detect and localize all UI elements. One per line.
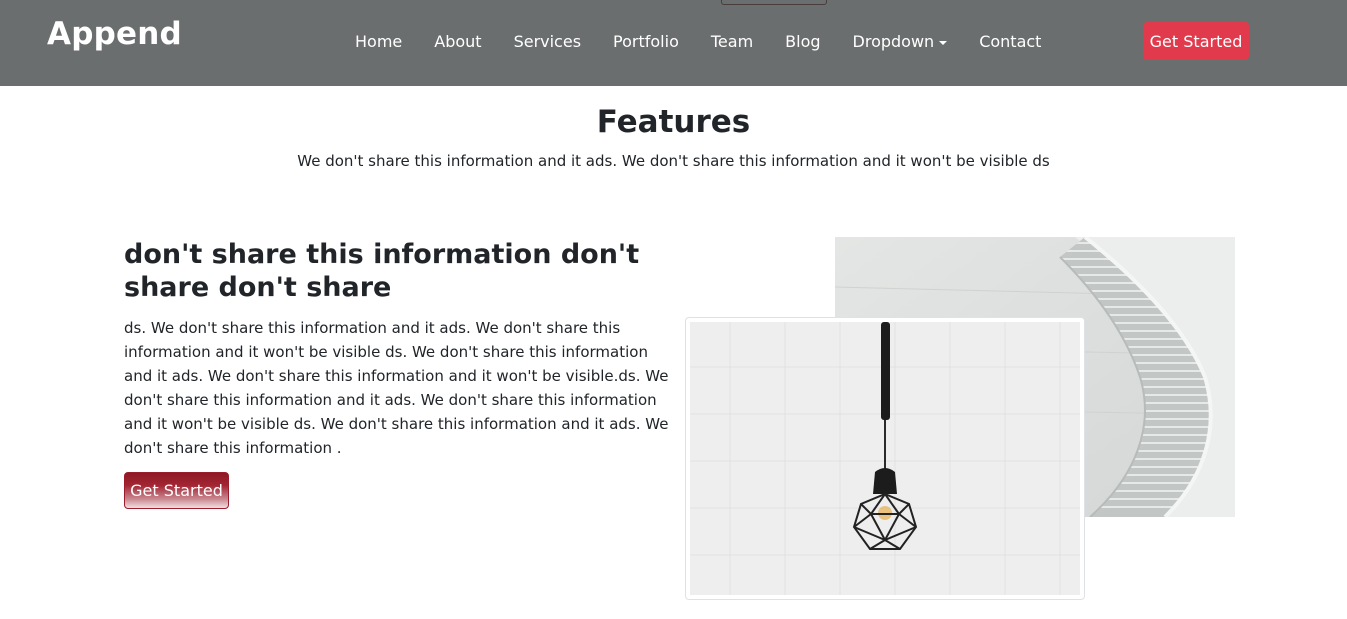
caret-down-icon [939, 41, 948, 45]
nav-item-about[interactable]: About [418, 30, 497, 54]
site-header: Append Home About Services Portfolio Tea… [0, 0, 1347, 86]
section-title: Features [596, 104, 751, 140]
nav-item-dropdown[interactable]: Dropdown [837, 30, 964, 54]
nav-item-home[interactable]: Home [339, 30, 418, 54]
nav-item-contact[interactable]: Contact [963, 30, 1057, 54]
pendant-lamp-image [685, 317, 1085, 600]
nav-item-services[interactable]: Services [498, 30, 597, 54]
nav-item-team[interactable]: Team [695, 30, 769, 54]
feature-get-started-button[interactable]: Get Started [124, 472, 229, 509]
feature-heading: don't share this information don't share… [124, 239, 640, 303]
get-started-button[interactable]: Get Started [1143, 22, 1249, 60]
site-logo[interactable]: Append [47, 16, 182, 52]
scroll-top-tab[interactable] [721, 0, 827, 5]
section-subtitle: We don't share this information and it a… [297, 152, 1050, 170]
nav-item-dropdown-label: Dropdown [852, 32, 935, 51]
nav-item-blog[interactable]: Blog [769, 30, 836, 54]
feature-content: don't share this information don't share… [124, 238, 669, 460]
main-nav: Home About Services Portfolio Team Blog … [339, 30, 1057, 54]
feature-body: ds. We don't share this information and … [124, 319, 669, 457]
nav-item-portfolio[interactable]: Portfolio [597, 30, 695, 54]
